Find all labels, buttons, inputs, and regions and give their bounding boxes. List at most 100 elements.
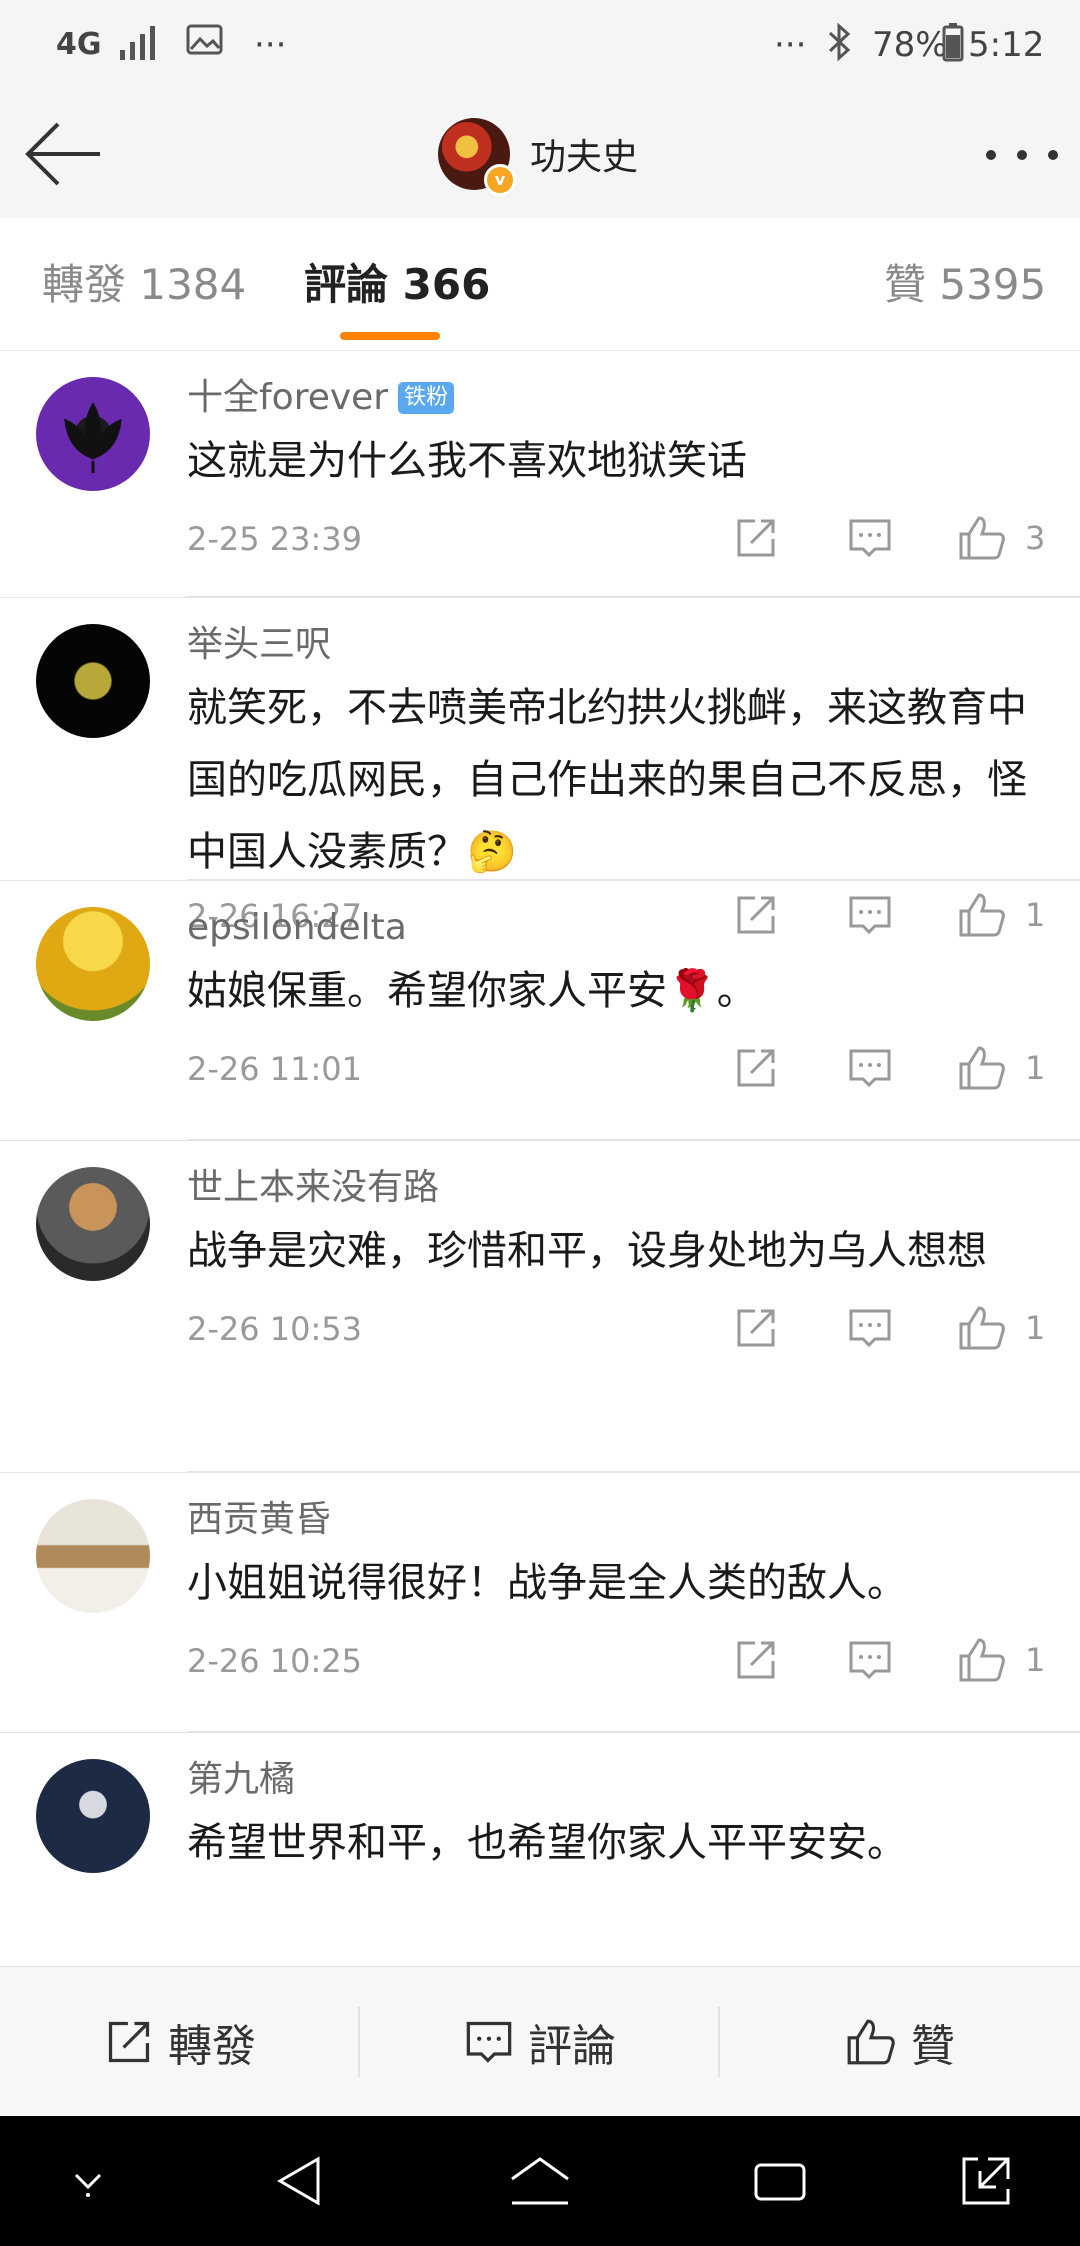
share-icon [737,519,775,557]
image-notification-icon [186,22,224,70]
repost-button[interactable]: 轉發 [0,1967,360,2117]
comment-text: 希望世界和平，也希望你家人平平安安。 [187,1820,907,1866]
rotate-screen-button[interactable] [946,2146,1026,2216]
commenter-name[interactable]: 十全forever [187,373,388,423]
account-info[interactable]: v 功夫史 [438,116,638,196]
like-label: 贊 [911,2021,955,2072]
comment-time: 2-26 11:01 [187,1050,363,1088]
more-dot-icon [1048,150,1058,160]
signal-icon [118,22,162,74]
fan-badge: 铁粉 [398,382,455,414]
battery-percent: 78% [872,25,948,65]
reply-comment-button[interactable] [847,513,893,563]
thumbs-up-icon [959,1046,1005,1090]
back-arrow-icon [25,122,100,186]
comment-time: 2-26 10:25 [187,1642,363,1680]
commenter-avatar[interactable] [36,1167,150,1281]
like-comment-button[interactable]: 1 [957,1043,1045,1093]
comment-text: 战争是灾难，珍惜和平，设身处地为乌人想想 [187,1228,987,1274]
commenter-name[interactable]: 第九橘 [187,1755,295,1805]
commenter-avatar[interactable] [36,1759,150,1873]
commenter-avatar[interactable] [36,1499,150,1613]
comment-icon [466,2021,512,2063]
reply-icon [849,1049,891,1088]
comment-item: 举头三呎 就笑死，不去喷美帝北约拱火挑衅，来这教育中国的吃瓜网民，自己作出来的果… [0,598,1080,937]
comment-label: 評論 [528,2021,616,2072]
reply-comment-button[interactable] [847,1635,893,1685]
comment-button[interactable]: 評論 [360,1967,720,2117]
thumbs-up-icon [847,2019,895,2065]
account-name[interactable]: 功夫史 [530,128,638,180]
commenter-name[interactable]: 世上本来没有路 [187,1163,439,1213]
comment-time: 2-25 23:39 [187,520,363,558]
reply-icon [849,1309,891,1348]
nav-recents-button[interactable] [740,2146,820,2216]
like-count: 3 [1025,519,1046,557]
commenter-name[interactable]: 举头三呎 [187,620,331,670]
share-comment-button[interactable] [733,1303,779,1353]
comment-text: 小姐姐说得很好！战争是全人类的敌人。 [187,1560,907,1606]
nav-home-button[interactable] [500,2146,580,2216]
share-comment-button[interactable] [733,1635,779,1685]
more-notifications-indicator: ··· [254,25,287,65]
like-comment-button[interactable]: 1 [957,1303,1045,1353]
battery-icon [942,22,964,74]
system-navigation-bar [0,2116,1080,2246]
app-header: v 功夫史 [0,90,1080,219]
comment-item: epsilondelta 姑娘保重。希望你家人平安🌹。 2-26 11:01 1 [0,881,1080,1141]
commenter-avatar[interactable] [36,624,150,738]
back-button[interactable] [22,118,106,190]
post-action-bar: 轉發 評論 贊 [0,1966,1080,2117]
reply-comment-button[interactable] [847,1303,893,1353]
comment-item: 第九橘 希望世界和平，也希望你家人平平安安。 [0,1733,1080,1966]
like-comment-button[interactable]: 3 [957,513,1045,563]
share-icon [737,1641,775,1679]
commenter-name[interactable]: epsilondelta [187,903,407,953]
comment-item: 十全forever 铁粉 这就是为什么我不喜欢地狱笑话 2-25 23:39 3 [0,351,1080,598]
account-avatar[interactable]: v [438,118,516,196]
reply-comment-button[interactable] [847,1043,893,1093]
more-dot-icon [986,150,996,160]
reply-icon [849,519,891,558]
comment-text: 姑娘保重。希望你家人平安🌹。 [187,968,757,1014]
divider [187,879,1080,880]
commenter-name[interactable]: 西贡黄昏 [187,1495,331,1545]
comment-item: 西贡黄昏 小姐姐说得很好！战争是全人类的敌人。 2-26 10:25 1 [0,1473,1080,1733]
clock: 5:12 [968,25,1045,65]
tab-comments[interactable]: 評論 366 [304,260,490,310]
share-comment-button[interactable] [733,513,779,563]
thumbs-up-icon [959,516,1005,560]
share-icon [737,1049,775,1087]
status-bar: 4G ··· ··· 78% 5:12 [0,0,1080,90]
more-dot-icon [1017,150,1027,160]
reply-icon [849,1641,891,1680]
active-tab-indicator [340,332,440,340]
thumbs-up-icon [959,1638,1005,1682]
share-comment-button[interactable] [733,1043,779,1093]
comment-text: 就笑死，不去喷美帝北约拱火挑衅，来这教育中国的吃瓜网民，自己作出来的果自己不反思… [187,685,1027,875]
recents-icon [754,2163,806,2201]
tab-bar: 轉發 1384 評論 366 贊 5395 [0,218,1080,351]
commenter-avatar[interactable] [36,377,150,491]
repost-label: 轉發 [168,2021,256,2072]
nav-back-button[interactable] [260,2146,340,2216]
network-indicator: 4G [56,27,102,62]
more-status-indicator: ··· [774,25,807,65]
like-count: 1 [1025,1309,1046,1347]
triangle-back-icon [277,2156,320,2206]
divider [187,1471,1080,1472]
like-count: 1 [1025,1641,1046,1679]
tab-likes[interactable]: 贊 5395 [884,260,1046,310]
more-options-button[interactable] [986,130,1058,180]
verified-icon: v [484,164,516,196]
commenter-avatar[interactable] [36,907,150,1021]
like-button[interactable]: 贊 [720,1967,1080,2117]
like-comment-button[interactable]: 1 [957,1635,1045,1685]
hide-keyboard-button[interactable] [48,2146,128,2216]
tab-reposts[interactable]: 轉發 1384 [42,260,246,310]
home-icon [511,2157,569,2205]
bluetooth-icon [826,22,854,74]
divider [187,596,1080,597]
comment-item: 世上本来没有路 战争是灾难，珍惜和平，设身处地为乌人想想 2-26 10:53 … [0,1141,1080,1473]
comment-list[interactable]: 十全forever 铁粉 这就是为什么我不喜欢地狱笑话 2-25 23:39 3… [0,351,1080,1966]
